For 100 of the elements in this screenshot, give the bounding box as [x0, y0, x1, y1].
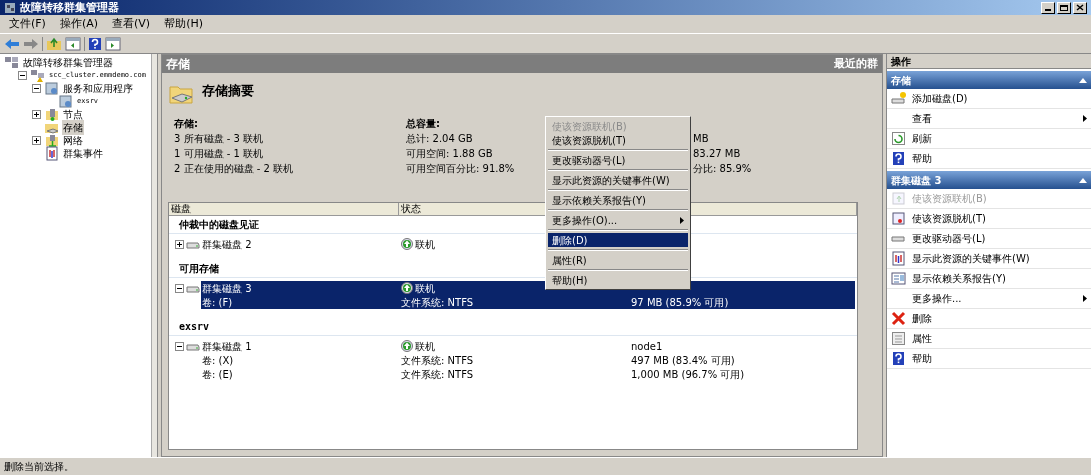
- status-text: 删除当前选择。: [3, 460, 75, 474]
- actions-title: 操作: [887, 54, 1091, 69]
- properties-icon: [891, 331, 906, 346]
- app-icon: [4, 1, 16, 14]
- action-item[interactable]: 刷新: [887, 129, 1091, 149]
- action-item[interactable]: 显示依赖关系报告(Y): [887, 269, 1091, 289]
- summary-line: 可用空间百分比: 91.8%: [406, 162, 515, 175]
- status-text: 联机: [415, 281, 435, 296]
- action-item[interactable]: 使该资源脱机(T): [887, 209, 1091, 229]
- menu-item[interactable]: 删除(D): [548, 233, 688, 247]
- collapse-icon: [1079, 77, 1087, 83]
- group-heading: exsrv: [179, 320, 210, 334]
- table-cell-text: 97 MB (85.9% 可用): [631, 295, 729, 310]
- disk-name: 群集磁盘 2: [202, 237, 252, 252]
- online-arrow-icon: [401, 238, 413, 250]
- collapse-icon: [1079, 177, 1087, 183]
- action-item[interactable]: 删除: [887, 309, 1091, 329]
- table-cell-text: 497 MB (83.4% 可用): [631, 353, 735, 368]
- help-icon: [891, 151, 906, 166]
- delete-icon: [891, 311, 906, 326]
- menu-item[interactable]: 属性(R): [548, 253, 688, 267]
- tree-item[interactable]: 群集事件: [62, 146, 104, 161]
- window-title: 故障转移群集管理器: [20, 2, 119, 13]
- action-item[interactable]: 更多操作...: [887, 289, 1091, 309]
- tree-item[interactable]: 服务和应用程序: [62, 81, 134, 96]
- expand-icon[interactable]: [32, 136, 41, 145]
- action-item[interactable]: 更改驱动器号(L): [887, 229, 1091, 249]
- volume-name: 卷: (E): [202, 367, 233, 382]
- network-folder-icon: [44, 133, 59, 148]
- section-header[interactable]: 群集磁盘 3: [887, 171, 1091, 189]
- menu-item[interactable]: 查看(V): [107, 15, 156, 33]
- action-item[interactable]: 帮助: [887, 349, 1091, 369]
- menu-item[interactable]: 文件(F): [4, 15, 51, 33]
- column-header[interactable]: 磁盘: [171, 203, 191, 215]
- group-heading: 仲裁中的磁盘见证: [179, 218, 259, 232]
- panel-title: 存储: [166, 56, 190, 73]
- online-arrow-icon: [401, 282, 413, 294]
- menu-item[interactable]: 显示依赖关系报告(Y): [548, 193, 688, 207]
- back-icon[interactable]: [4, 36, 20, 51]
- group-heading: 可用存储: [179, 262, 219, 276]
- status-text: 联机: [415, 339, 435, 354]
- collapse-icon[interactable]: [175, 341, 184, 351]
- folder-up-icon[interactable]: [46, 36, 62, 51]
- tree-item[interactable]: 存储: [62, 120, 84, 135]
- tree-item[interactable]: 故障转移群集管理器: [22, 55, 114, 70]
- menu-item[interactable]: 显示此资源的关键事件(W): [548, 173, 688, 187]
- expand-icon[interactable]: [175, 239, 184, 249]
- summary-heading: 总容量:: [406, 117, 440, 130]
- help-icon: [891, 351, 906, 366]
- tree-item[interactable]: 节点: [62, 107, 84, 122]
- action-item[interactable]: 显示此资源的关键事件(W): [887, 249, 1091, 269]
- close-button[interactable]: [1073, 1, 1087, 14]
- file-system: 文件系统: NTFS: [401, 353, 474, 368]
- volume-name: 卷: (X): [202, 353, 234, 368]
- tree-item[interactable]: 网络: [62, 133, 84, 148]
- table-row[interactable]: 卷: (F) 文件系统: NTFS 97 MB (85.9% 可用): [201, 295, 855, 309]
- refresh-icon: [891, 131, 906, 146]
- menu-item[interactable]: 使该资源脱机(T): [548, 133, 688, 147]
- summary-heading: 存储:: [174, 117, 198, 130]
- summary-line: 3 所有磁盘 - 3 联机: [174, 132, 264, 145]
- collapse-icon[interactable]: [32, 84, 41, 93]
- help-icon[interactable]: [88, 36, 102, 51]
- file-system: 文件系统: NTFS: [401, 295, 474, 310]
- scrollbar[interactable]: [151, 54, 157, 457]
- event-log-icon: [44, 146, 59, 161]
- table-cell-text: node1: [631, 339, 663, 354]
- disk-name: 群集磁盘 3: [202, 281, 252, 296]
- recent-events-link[interactable]: 最近的群: [834, 55, 878, 73]
- action-item[interactable]: 添加磁盘(D): [887, 89, 1091, 109]
- resource-offline-icon: [891, 211, 906, 226]
- action-item[interactable]: 帮助: [887, 149, 1091, 169]
- menu-item[interactable]: 更多操作(O)...: [548, 213, 688, 227]
- menu-item[interactable]: 更改驱动器号(L): [548, 153, 688, 167]
- file-system: 文件系统: NTFS: [401, 367, 474, 382]
- cluster-icon: [30, 68, 45, 83]
- volume-name: 卷: (F): [202, 295, 233, 310]
- status-text: 联机: [415, 237, 435, 252]
- minimize-button[interactable]: [1041, 1, 1055, 14]
- section-header[interactable]: 存储: [887, 71, 1091, 89]
- action-item[interactable]: 查看: [887, 109, 1091, 129]
- action-item[interactable]: 属性: [887, 329, 1091, 349]
- menu-item[interactable]: 帮助(H): [159, 15, 208, 33]
- menu-item[interactable]: 操作(A): [54, 15, 104, 33]
- expand-icon[interactable]: [32, 110, 41, 119]
- table-cell-text: 1,000 MB (96.7% 可用): [631, 367, 745, 382]
- add-disk-icon: [891, 91, 906, 106]
- resource-online-icon: [891, 191, 906, 206]
- summary-line: 1 可用磁盘 - 1 联机: [174, 147, 264, 160]
- collapse-icon[interactable]: [175, 283, 184, 293]
- servers-icon: [4, 55, 19, 70]
- column-header[interactable]: 状态: [401, 203, 421, 215]
- collapse-icon[interactable]: [18, 71, 27, 80]
- maximize-button[interactable]: [1057, 1, 1071, 14]
- event-log-icon: [891, 251, 906, 266]
- summary-line: MB: [693, 132, 709, 145]
- console-tree-icon[interactable]: [65, 36, 81, 51]
- summary-line: 总计: 2.04 GB: [406, 132, 473, 145]
- summary-line: 2 正在使用的磁盘 - 2 联机: [174, 162, 294, 175]
- summary-line: 分比: 85.9%: [693, 162, 752, 175]
- online-arrow-icon: [401, 340, 413, 352]
